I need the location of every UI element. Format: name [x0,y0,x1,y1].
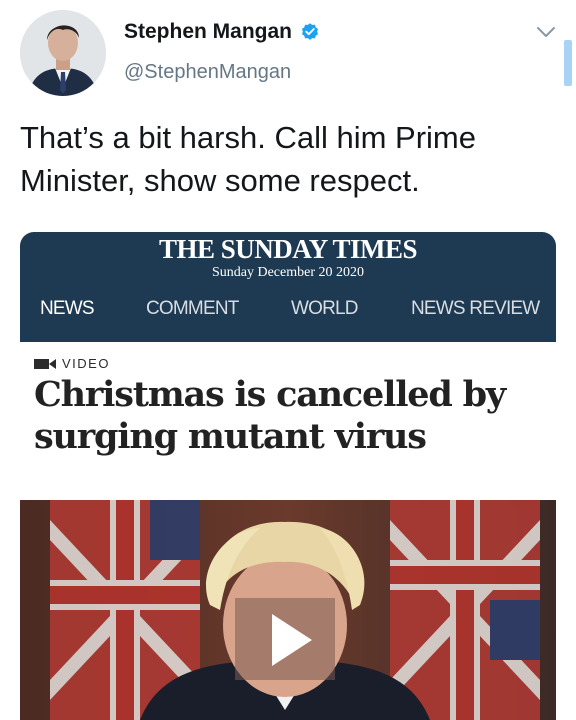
nav-item-news[interactable]: NEWS [40,298,95,320]
author-row: Stephen Mangan [124,20,320,44]
avatar-image [20,10,106,96]
handle[interactable]: @StephenMangan [124,61,291,84]
video-label: VIDEO [62,356,110,371]
display-name[interactable]: Stephen Mangan [124,20,292,44]
attached-screenshot[interactable]: THE SUNDAY TIMES Sunday December 20 2020… [20,232,556,720]
video-camera-icon [34,358,56,369]
tweet: Stephen Mangan @StephenMangan That’s a b… [0,0,576,720]
masthead: THE SUNDAY TIMES Sunday December 20 2020… [20,232,556,342]
tweet-text: That’s a bit harsh. Call him Prime Minis… [20,120,476,198]
publication-date: Sunday December 20 2020 [211,265,365,280]
thumbnail-image [20,500,556,720]
avatar[interactable] [20,10,106,96]
nav-item-world[interactable]: WORLD [291,298,359,320]
video-tag: VIDEO [34,356,110,371]
nav-item-comment[interactable]: COMMENT [146,298,239,320]
nav-item-news-review[interactable]: NEWS REVIEW [411,298,540,320]
verified-badge-icon [302,23,319,40]
headline[interactable]: Christmas is cancelled by surging mutant… [34,374,554,458]
publication-name: THE SUNDAY TIMES [158,234,418,264]
video-thumbnail[interactable] [20,500,556,720]
chevron-down-icon[interactable] [535,24,557,40]
section-nav: NEWS COMMENT WORLD NEWS REVIEW [20,298,556,328]
scrollbar[interactable] [564,40,572,86]
